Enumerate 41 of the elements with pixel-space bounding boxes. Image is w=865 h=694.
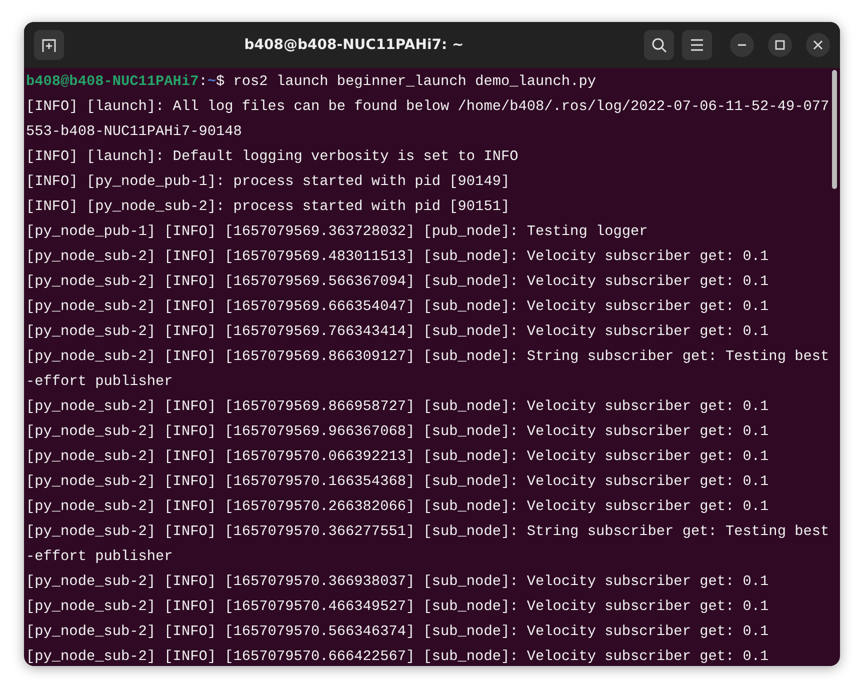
menu-icon bbox=[690, 39, 704, 51]
log-line: [py_node_sub-2] [INFO] [1657079569.566367094] [sub_node]: Velocity subscriber get: 0.1 bbox=[26, 274, 769, 290]
log-line: 553-b408-NUC11PAHi7-90148 bbox=[26, 124, 242, 140]
search-icon bbox=[651, 37, 667, 53]
log-line: [py_node_sub-2] [INFO] [1657079570.266382066] [sub_node]: Velocity subscriber get: 0.1 bbox=[26, 499, 769, 515]
log-line: [INFO] [py_node_sub-2]: process started with pid [90151] bbox=[26, 199, 510, 215]
log-line: [INFO] [launch]: All log files can be found below /home/b408/.ros/log/2022-07-06-11-52-49-077 bbox=[26, 99, 830, 115]
log-line: [py_node_sub-2] [INFO] [1657079569.866958727] [sub_node]: Velocity subscriber get: 0.1 bbox=[26, 399, 769, 415]
log-line: [py_node_sub-2] [INFO] [1657079569.483011513] [sub_node]: Velocity subscriber get: 0.1 bbox=[26, 249, 769, 265]
minimize-button[interactable] bbox=[730, 33, 754, 57]
log-line: [py_node_sub-2] [INFO] [1657079570.366277551] [sub_node]: String subscriber get: Testing best bbox=[26, 524, 830, 540]
close-icon bbox=[813, 40, 823, 50]
window-title: b408@b408-NUC11PAHi7: ~ bbox=[243, 37, 465, 53]
log-line: -effort publisher bbox=[26, 374, 173, 390]
log-line: [py_node_sub-2] [INFO] [1657079569.966367068] [sub_node]: Velocity subscriber get: 0.1 bbox=[26, 424, 769, 440]
log-line: [py_node_sub-2] [INFO] [1657079570.466349527] [sub_node]: Velocity subscriber get: 0.1 bbox=[26, 599, 769, 615]
minimize-icon bbox=[737, 44, 747, 46]
log-line: [INFO] [py_node_pub-1]: process started with pid [90149] bbox=[26, 174, 510, 190]
search-button[interactable] bbox=[644, 30, 674, 60]
maximize-button[interactable] bbox=[768, 33, 792, 57]
log-line: [py_node_sub-2] [INFO] [1657079569.666354047] [sub_node]: Velocity subscriber get: 0.1 bbox=[26, 299, 769, 315]
log-line: [py_node_sub-2] [INFO] [1657079569.866309127] [sub_node]: String subscriber get: Testing best bbox=[26, 349, 830, 365]
command-text: $ ros2 launch beginner_launch demo_launch.py bbox=[216, 74, 596, 90]
new-tab-button[interactable] bbox=[34, 30, 64, 60]
scrollbar-thumb[interactable] bbox=[832, 70, 838, 189]
menu-button[interactable] bbox=[682, 30, 712, 60]
log-line: [py_node_sub-2] [INFO] [1657079570.666422567] [sub_node]: Velocity subscriber get: 0.1 bbox=[26, 649, 769, 665]
close-button[interactable] bbox=[806, 33, 830, 57]
prompt-separator: : bbox=[198, 74, 208, 90]
log-line: [py_node_sub-2] [INFO] [1657079570.066392213] [sub_node]: Velocity subscriber get: 0.1 bbox=[26, 449, 769, 465]
log-line: [py_node_sub-2] [INFO] [1657079570.166354368] [sub_node]: Velocity subscriber get: 0.1 bbox=[26, 474, 769, 490]
prompt-path: ~ bbox=[207, 74, 216, 90]
log-line: [py_node_sub-2] [INFO] [1657079570.366938037] [sub_node]: Velocity subscriber get: 0.1 bbox=[26, 574, 769, 590]
log-line: [INFO] [launch]: Default logging verbosity is set to INFO bbox=[26, 149, 518, 165]
log-line: -effort publisher bbox=[26, 549, 173, 565]
new-tab-icon bbox=[41, 37, 57, 53]
log-line: [py_node_pub-1] [INFO] [1657079569.363728032] [pub_node]: Testing logger bbox=[26, 224, 648, 240]
maximize-icon bbox=[775, 40, 785, 50]
prompt-user-host: b408@b408-NUC11PAHi7 bbox=[26, 74, 199, 90]
log-line: [py_node_sub-2] [INFO] [1657079569.766343414] [sub_node]: Velocity subscriber get: 0.1 bbox=[26, 324, 769, 340]
log-line: [py_node_sub-2] [INFO] [1657079570.566346374] [sub_node]: Velocity subscriber get: 0.1 bbox=[26, 624, 769, 640]
